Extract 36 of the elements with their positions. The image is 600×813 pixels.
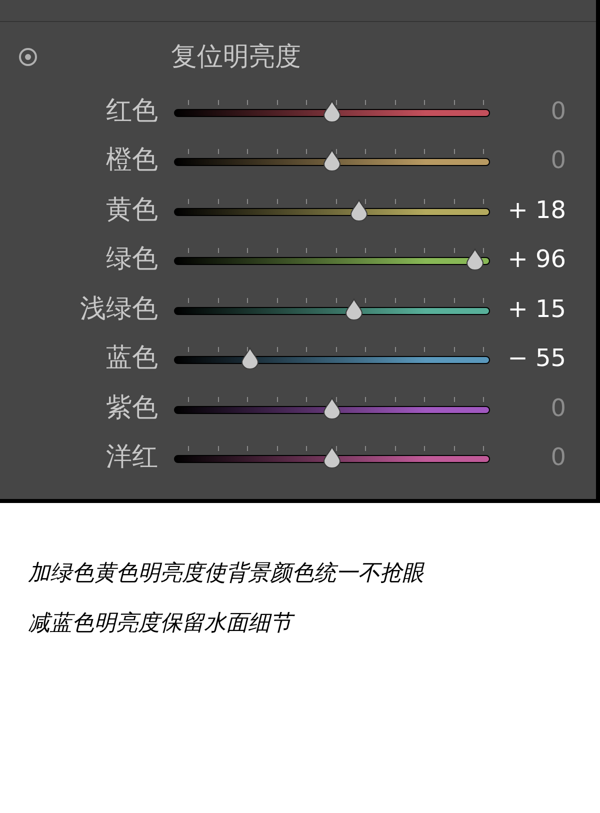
slider-label: 黄色 xyxy=(105,196,158,223)
slider-value: 0 xyxy=(550,98,566,123)
slider-track[interactable] xyxy=(174,406,490,414)
slider-track[interactable] xyxy=(174,356,490,364)
target-icon[interactable] xyxy=(18,47,38,67)
slider-value: 0 xyxy=(550,148,566,172)
slider-thumb[interactable] xyxy=(241,347,260,370)
note-text: 减蓝色明亮度保留水面细节 xyxy=(28,613,600,635)
slider-value: + 18 xyxy=(508,198,566,222)
slider-thumb[interactable] xyxy=(350,198,368,221)
slider-thumb[interactable] xyxy=(323,149,341,172)
slider-track[interactable] xyxy=(174,208,490,216)
slider-track[interactable] xyxy=(174,455,490,464)
slider-thumb[interactable] xyxy=(345,298,364,320)
slider-label: 绿色 xyxy=(105,246,158,272)
slider-thumb[interactable] xyxy=(323,446,341,468)
slider-track[interactable] xyxy=(174,158,490,166)
slider-value: − 55 xyxy=(508,346,566,370)
slider-label: 蓝色 xyxy=(105,345,158,372)
slider-thumb[interactable] xyxy=(323,100,341,122)
slider-value: + 96 xyxy=(508,247,566,272)
slider-value: 0 xyxy=(550,396,566,420)
slider-label: 紫色 xyxy=(105,394,158,421)
slider-track[interactable] xyxy=(174,306,490,315)
slider-track[interactable] xyxy=(174,108,490,117)
note-text: 加绿色黄色明亮度使背景颜色统一不抢眼 xyxy=(28,563,426,585)
slider-value: 0 xyxy=(550,445,566,470)
slider-label: 浅绿色 xyxy=(79,296,158,322)
slider-label: 红色 xyxy=(105,98,158,124)
slider-label: 洋红 xyxy=(105,444,158,470)
slider-thumb[interactable] xyxy=(466,248,484,270)
slider-label: 橙色 xyxy=(105,147,158,174)
slider-track[interactable] xyxy=(174,257,490,266)
slider-thumb[interactable] xyxy=(323,396,341,419)
reset-button[interactable]: 复位明亮度 xyxy=(171,44,301,70)
slider-value: + 15 xyxy=(508,296,566,321)
